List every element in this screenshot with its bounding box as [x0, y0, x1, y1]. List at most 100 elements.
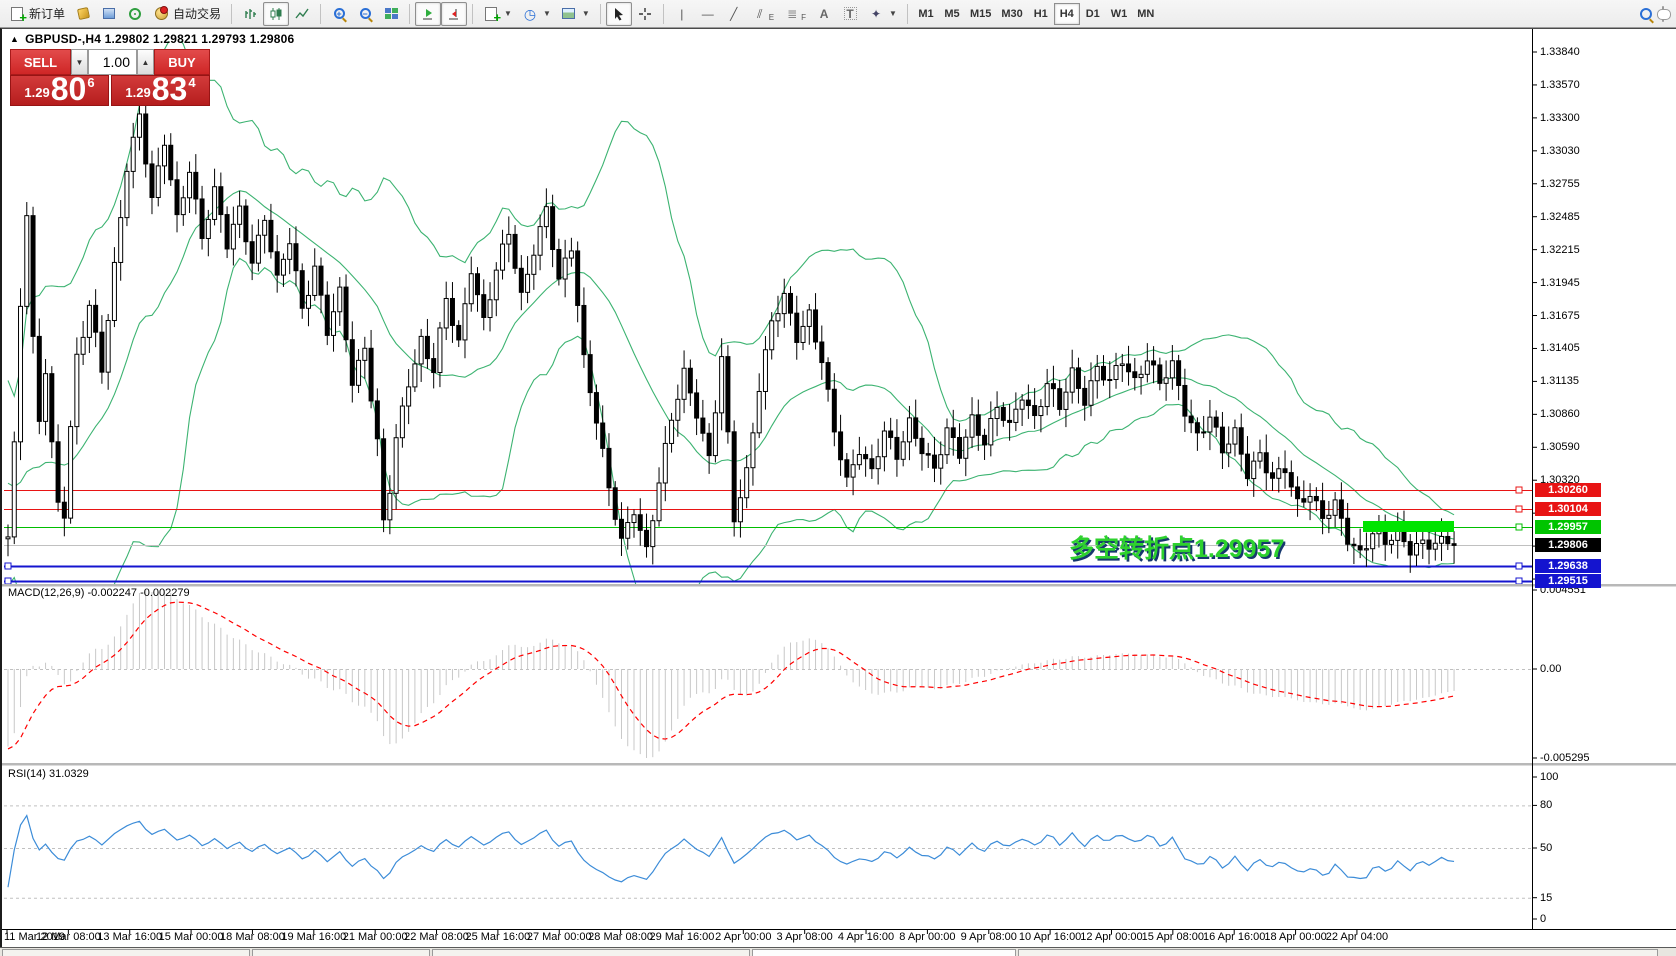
volume-input[interactable]: [88, 49, 137, 75]
profiles-icon: [101, 6, 117, 22]
chart-tab[interactable]: [1018, 949, 1658, 956]
chart-annotation-text[interactable]: 多空转折点1.29957: [1069, 529, 1284, 565]
price-axis-tick: 1.30860: [1540, 408, 1610, 420]
mt4-terminal: 新订单 自动交易 + −: [0, 0, 1676, 956]
timeframe-button-M15[interactable]: M15: [965, 3, 996, 25]
timeframe-button-M30[interactable]: M30: [996, 3, 1027, 25]
chart-tabs-strip: [0, 947, 1676, 956]
clock-icon: ◷: [522, 6, 538, 22]
arrows-tool-button[interactable]: ✦▼: [863, 2, 902, 26]
date-axis-label: 18 Apr 00:00: [1264, 931, 1326, 943]
price-level-badge: 1.30260: [1535, 483, 1601, 497]
indicators-button[interactable]: ▼: [478, 2, 517, 26]
main-toolbar: 新订单 自动交易 + −: [0, 0, 1676, 28]
price-axis-tick: 1.33840: [1540, 46, 1610, 58]
horizontal-line-tool-button[interactable]: —: [695, 2, 721, 26]
fibonacci-tool-button[interactable]: ≣F: [779, 2, 811, 26]
channel-icon: ⫽: [752, 6, 768, 22]
price-level-badge: 1.29957: [1535, 520, 1601, 534]
signals-button[interactable]: [122, 2, 148, 26]
signals-icon: [127, 6, 143, 22]
arrows-icon: ✦: [868, 6, 884, 22]
channel-tool-button[interactable]: ⫽E: [747, 2, 779, 26]
sell-price-big: 80: [51, 74, 87, 104]
timeframe-button-H1[interactable]: H1: [1028, 3, 1054, 25]
line-chart-icon: [294, 6, 310, 22]
date-axis-label: 15 Apr 08:00: [1142, 931, 1204, 943]
sell-price[interactable]: 1.29806: [10, 75, 109, 106]
profiles-button[interactable]: [96, 2, 122, 26]
price-axis-tick: 1.32215: [1540, 244, 1610, 256]
templates-button[interactable]: ▼: [556, 2, 595, 26]
timeframe-button-W1[interactable]: W1: [1106, 3, 1133, 25]
auto-scroll-icon: [420, 6, 436, 22]
chat-button[interactable]: [1662, 7, 1664, 21]
cursor-icon: [611, 6, 627, 22]
vertical-line-tool-button[interactable]: |: [669, 2, 695, 26]
chart-shift-button[interactable]: [441, 2, 467, 26]
tile-windows-button[interactable]: [378, 2, 404, 26]
zoom-in-button[interactable]: +: [326, 2, 352, 26]
caret-down-icon: ▼: [543, 9, 551, 18]
zoom-out-icon: −: [360, 8, 371, 19]
rsi-axis-tick: 80: [1540, 799, 1610, 811]
date-axis-label: 27 Mar 00:00: [527, 931, 592, 943]
label-tool-button[interactable]: T: [837, 2, 863, 26]
chat-icon: [1662, 6, 1664, 22]
auto-scroll-button[interactable]: [415, 2, 441, 26]
new-order-button[interactable]: 新订单: [4, 2, 70, 26]
date-axis-label: 29 Mar 16:00: [650, 931, 715, 943]
price-axis-tick: 1.33030: [1540, 145, 1610, 157]
date-axis-label: 13 Mar 16:00: [97, 931, 162, 943]
rsi-label: RSI(14) 31.0329: [8, 768, 89, 780]
bar-chart-button[interactable]: [237, 2, 263, 26]
timeframe-button-M1[interactable]: M1: [913, 3, 939, 25]
chart-window: ▲ GBPUSD-,H4 1.29802 1.29821 1.29793 1.2…: [0, 28, 1676, 947]
price-level-badge: 1.30104: [1535, 502, 1601, 516]
price-axis-tick: 1.30590: [1540, 441, 1610, 453]
chart-tab[interactable]: [752, 949, 1016, 956]
toolbar-separator: [663, 4, 664, 24]
crosshair-button[interactable]: [632, 2, 658, 26]
chart-tab[interactable]: [432, 949, 750, 956]
template-icon: [561, 6, 577, 22]
date-axis-label: 3 Apr 08:00: [777, 931, 833, 943]
chart-surface[interactable]: [2, 29, 1676, 948]
chart-tab[interactable]: [2, 949, 250, 956]
buy-price-prefix: 1.29: [125, 85, 150, 100]
toolbar-right-group: [1640, 7, 1676, 21]
timeframe-button-H4[interactable]: H4: [1054, 3, 1080, 25]
trendline-tool-button[interactable]: ╱: [721, 2, 747, 26]
macd-layer: [4, 590, 1532, 758]
rsi-axis-tick: 100: [1540, 771, 1610, 783]
fibo-sub-label: F: [801, 13, 806, 22]
candles-layer: [6, 96, 1456, 573]
bar-chart-icon: [242, 6, 258, 22]
chart-tab[interactable]: [252, 949, 430, 956]
periods-button[interactable]: ◷▼: [517, 2, 556, 26]
date-axis-label: 22 Mar 08:00: [404, 931, 469, 943]
timeframe-button-D1[interactable]: D1: [1080, 3, 1106, 25]
search-button[interactable]: [1640, 8, 1652, 20]
line-chart-button[interactable]: [289, 2, 315, 26]
timeframe-button-MN[interactable]: MN: [1132, 3, 1159, 25]
candlestick-chart-button[interactable]: [263, 2, 289, 26]
timeframe-button-M5[interactable]: M5: [939, 3, 965, 25]
price-level-badge: 1.29515: [1535, 574, 1601, 588]
toolbar-separator: [231, 4, 232, 24]
caret-down-icon: ▼: [504, 9, 512, 18]
date-axis-label: 21 Mar 00:00: [343, 931, 408, 943]
new-chart-button[interactable]: [70, 2, 96, 26]
one-click-trading-panel: SELL ▼ ▲ BUY 1.29806 1.29834: [10, 49, 210, 106]
macd-axis-tick: 0.00: [1540, 663, 1610, 675]
zoom-out-button[interactable]: −: [352, 2, 378, 26]
timeframe-group: M1M5M15M30H1H4D1W1MN: [913, 3, 1159, 25]
date-axis-label: 8 Apr 00:00: [899, 931, 955, 943]
rsi-line: [8, 816, 1454, 888]
price-axis-tick: 1.32755: [1540, 178, 1610, 190]
autotrading-button[interactable]: 自动交易: [148, 2, 226, 26]
text-tool-button[interactable]: A: [811, 2, 837, 26]
buy-price[interactable]: 1.29834: [111, 75, 210, 106]
cursor-button[interactable]: [606, 2, 632, 26]
new-chart-icon: [75, 6, 91, 22]
